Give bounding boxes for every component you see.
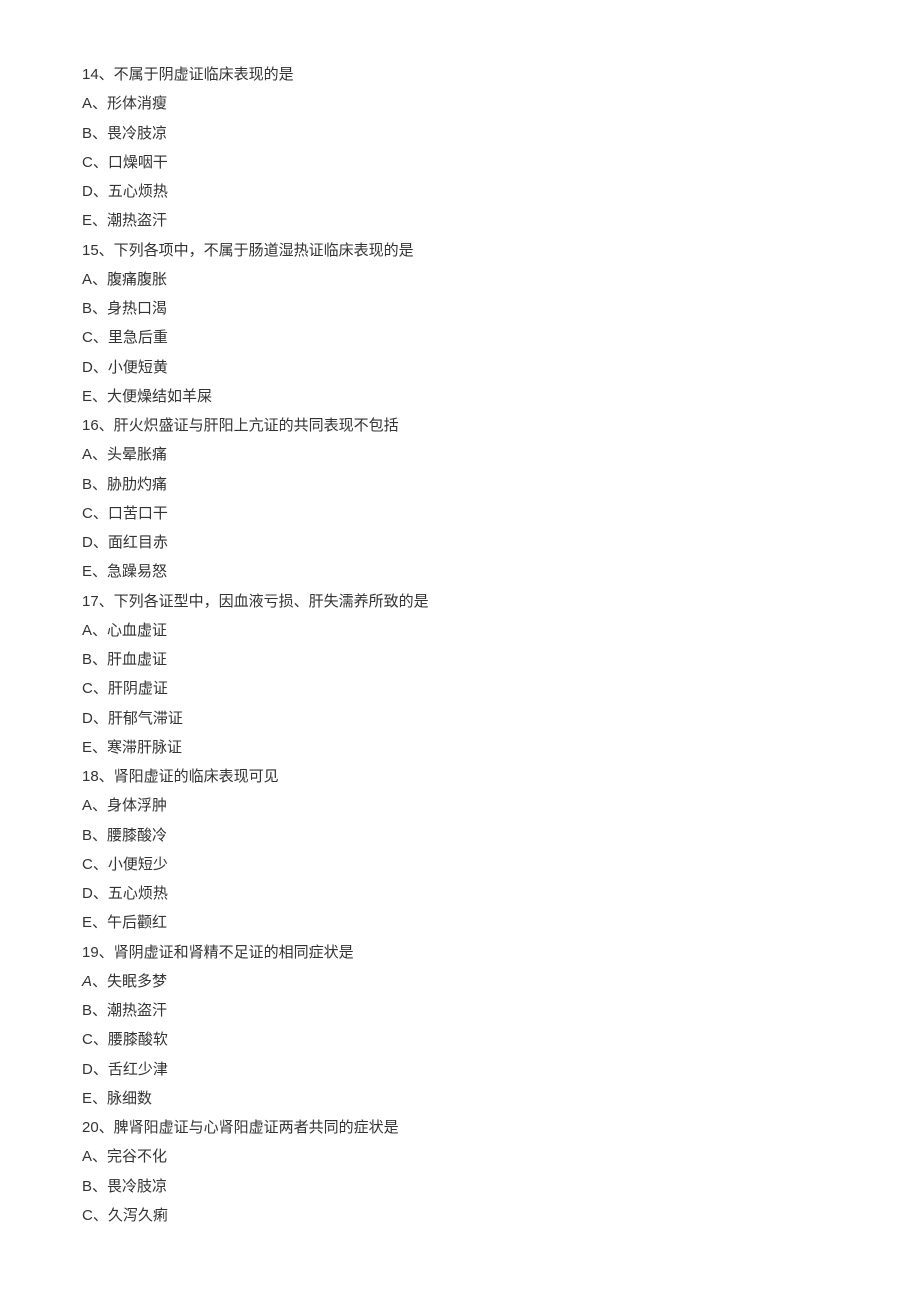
option-C: C、腰膝酸软 — [82, 1025, 838, 1054]
option-B: B、潮热盗汗 — [82, 996, 838, 1025]
question-16: 16、肝火炽盛证与肝阳上亢证的共同表现不包括A、头晕胀痛B、胁肋灼痛C、口苦口干… — [82, 411, 838, 587]
option-B: B、身热口渴 — [82, 294, 838, 323]
question-stem: 16、肝火炽盛证与肝阳上亢证的共同表现不包括 — [82, 411, 838, 440]
option-D: D、舌红少津 — [82, 1055, 838, 1084]
question-19: 19、肾阴虚证和肾精不足证的相同症状是A、失眠多梦B、潮热盗汗C、腰膝酸软D、舌… — [82, 938, 838, 1114]
option-E: E、寒滞肝脉证 — [82, 733, 838, 762]
option-A: A、腹痛腹胀 — [82, 265, 838, 294]
option-D: D、五心烦热 — [82, 879, 838, 908]
option-D: D、面红目赤 — [82, 528, 838, 557]
option-A: A、完谷不化 — [82, 1142, 838, 1171]
option-C: C、里急后重 — [82, 323, 838, 352]
question-15: 15、下列各项中，不属于肠道湿热证临床表现的是A、腹痛腹胀B、身热口渴C、里急后… — [82, 236, 838, 412]
option-E: E、潮热盗汗 — [82, 206, 838, 235]
question-18: 18、肾阳虚证的临床表现可见A、身体浮肿B、腰膝酸冷C、小便短少D、五心烦热E、… — [82, 762, 838, 938]
option-E: E、脉细数 — [82, 1084, 838, 1113]
option-B: B、胁肋灼痛 — [82, 470, 838, 499]
option-C: C、口燥咽干 — [82, 148, 838, 177]
option-B: B、肝血虚证 — [82, 645, 838, 674]
question-stem: 17、下列各证型中，因血液亏损、肝失濡养所致的是 — [82, 587, 838, 616]
option-C: C、小便短少 — [82, 850, 838, 879]
option-E: E、午后颧红 — [82, 908, 838, 937]
question-stem: 18、肾阳虚证的临床表现可见 — [82, 762, 838, 791]
option-B: B、畏冷肢凉 — [82, 1172, 838, 1201]
option-A: A、失眠多梦 — [82, 967, 838, 996]
option-C: C、久泻久痢 — [82, 1201, 838, 1230]
option-B: B、畏冷肢凉 — [82, 119, 838, 148]
question-stem: 14、不属于阴虚证临床表现的是 — [82, 60, 838, 89]
option-D: D、五心烦热 — [82, 177, 838, 206]
question-stem: 20、脾肾阳虚证与心肾阳虚证两者共同的症状是 — [82, 1113, 838, 1142]
question-stem: 19、肾阴虚证和肾精不足证的相同症状是 — [82, 938, 838, 967]
option-A: A、形体消瘦 — [82, 89, 838, 118]
option-E: E、大便燥结如羊屎 — [82, 382, 838, 411]
option-A: A、身体浮肿 — [82, 791, 838, 820]
option-D: D、小便短黄 — [82, 353, 838, 382]
question-stem: 15、下列各项中，不属于肠道湿热证临床表现的是 — [82, 236, 838, 265]
question-14: 14、不属于阴虚证临床表现的是A、形体消瘦B、畏冷肢凉C、口燥咽干D、五心烦热E… — [82, 60, 838, 236]
question-20: 20、脾肾阳虚证与心肾阳虚证两者共同的症状是A、完谷不化B、畏冷肢凉C、久泻久痢 — [82, 1113, 838, 1230]
question-17: 17、下列各证型中，因血液亏损、肝失濡养所致的是A、心血虚证B、肝血虚证C、肝阴… — [82, 587, 838, 763]
option-C: C、口苦口干 — [82, 499, 838, 528]
option-A: A、头晕胀痛 — [82, 440, 838, 469]
option-D: D、肝郁气滞证 — [82, 704, 838, 733]
option-E: E、急躁易怒 — [82, 557, 838, 586]
option-A: A、心血虚证 — [82, 616, 838, 645]
option-B: B、腰膝酸冷 — [82, 821, 838, 850]
option-C: C、肝阴虚证 — [82, 674, 838, 703]
